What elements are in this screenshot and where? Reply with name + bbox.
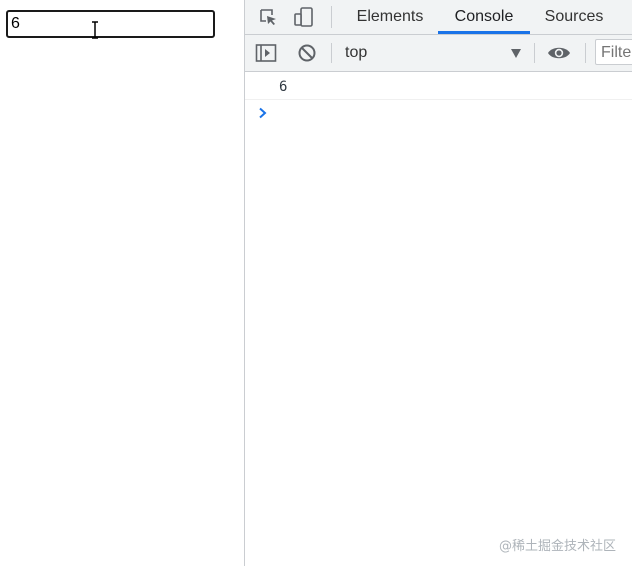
- devtools-panel: Elements Console Sources top Filte 6 @稀土…: [244, 0, 632, 566]
- active-tab-indicator: [438, 31, 530, 34]
- watermark: @稀土掘金技术社区: [499, 539, 617, 554]
- tab-console[interactable]: Console: [438, 0, 530, 34]
- tab-elements[interactable]: Elements: [345, 0, 435, 34]
- console-output: 6: [245, 72, 632, 566]
- toolbar-separator: [331, 43, 332, 63]
- toolbar-separator: [585, 43, 586, 63]
- toolbar-separator: [534, 43, 535, 63]
- text-input[interactable]: [6, 10, 215, 38]
- devtools-tab-bar: Elements Console Sources: [245, 0, 632, 35]
- live-expression-icon[interactable]: [547, 42, 571, 64]
- context-selector[interactable]: top: [345, 35, 525, 71]
- clear-console-icon[interactable]: [295, 42, 319, 64]
- console-prompt-icon: [259, 107, 267, 119]
- context-label: top: [345, 44, 368, 61]
- console-prompt[interactable]: [245, 101, 632, 125]
- console-toolbar: top Filter: [245, 35, 632, 72]
- console-log-row: 6: [245, 72, 632, 100]
- tab-separator: [331, 6, 332, 28]
- dropdown-arrow-icon: [511, 49, 521, 58]
- page-viewport: [0, 0, 244, 566]
- filter-input[interactable]: Filter: [595, 39, 632, 65]
- log-value: 6: [279, 79, 288, 95]
- inspect-element-icon[interactable]: [257, 6, 279, 28]
- device-toolbar-icon[interactable]: [293, 6, 315, 28]
- tab-sources[interactable]: Sources: [535, 0, 613, 34]
- console-sidebar-icon[interactable]: [254, 42, 278, 64]
